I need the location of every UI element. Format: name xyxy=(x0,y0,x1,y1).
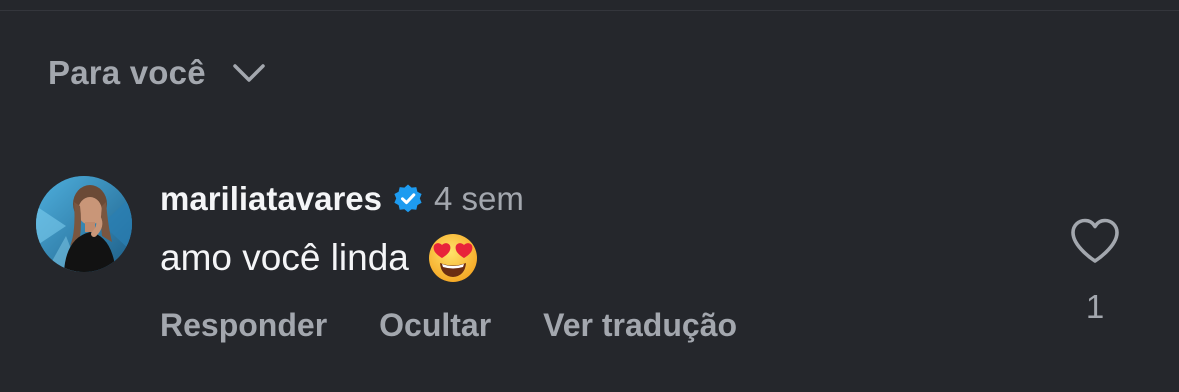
verified-badge-icon xyxy=(394,184,422,213)
comment-body: amo você linda xyxy=(160,230,479,286)
like-count: 1 xyxy=(1085,288,1105,325)
username[interactable]: mariliatavares xyxy=(160,180,382,218)
chevron-down-icon xyxy=(233,64,265,82)
sort-label: Para você xyxy=(48,54,206,91)
hide-button[interactable]: Ocultar xyxy=(379,307,491,344)
see-translation-button[interactable]: Ver tradução xyxy=(543,307,737,344)
comment-header: mariliatavares 4 sem xyxy=(160,176,524,222)
like-button[interactable] xyxy=(1068,216,1122,266)
top-divider xyxy=(0,10,1179,11)
avatar[interactable] xyxy=(36,176,132,272)
timestamp: 4 sem xyxy=(434,180,524,217)
sort-dropdown[interactable]: Para você xyxy=(48,48,266,98)
heart-eyes-emoji-icon xyxy=(428,234,477,282)
comment-text: amo você linda xyxy=(160,237,409,278)
comment-actions: Responder Ocultar Ver tradução xyxy=(160,302,737,348)
reply-button[interactable]: Responder xyxy=(160,307,327,344)
heart-outline-icon xyxy=(1071,218,1119,263)
